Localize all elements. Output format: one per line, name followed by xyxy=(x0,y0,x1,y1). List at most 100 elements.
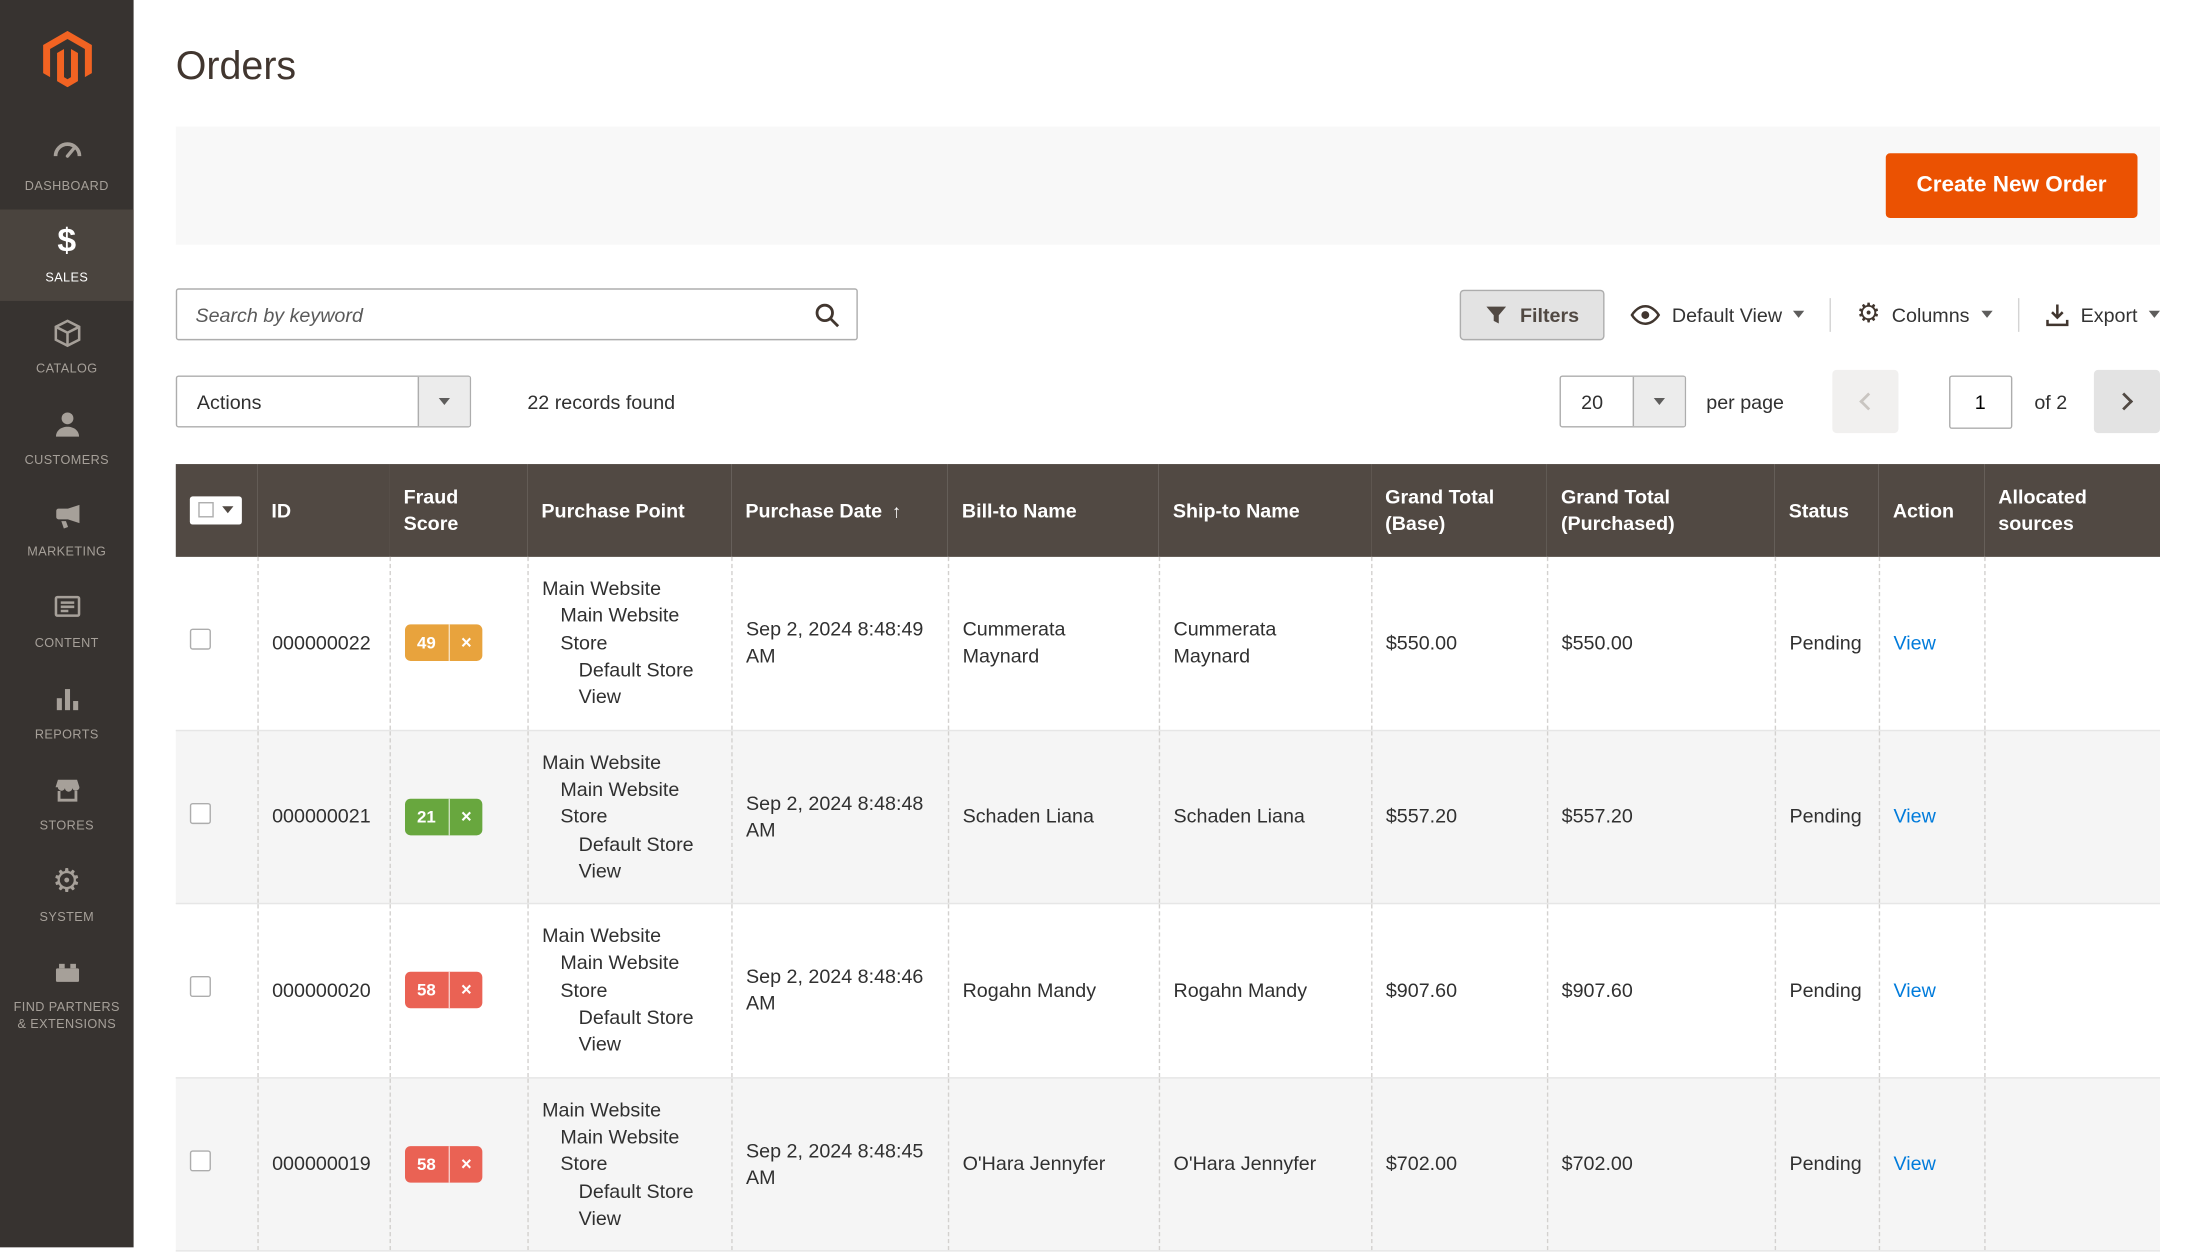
catalog-icon xyxy=(51,316,82,350)
column-header-action[interactable]: Action xyxy=(1878,464,1985,557)
sidebar-item-stores[interactable]: STORES xyxy=(0,758,134,849)
filters-button[interactable]: Filters xyxy=(1459,288,1605,340)
toolbar-divider xyxy=(1829,297,1832,332)
column-header-ship-to[interactable]: Ship-to Name xyxy=(1158,464,1372,557)
pagination-controls: 20 per page of 2 xyxy=(1560,369,2160,434)
cell-allocated-sources xyxy=(1983,729,2160,904)
sidebar-item-content[interactable]: CONTENT xyxy=(0,575,134,666)
search-submit-button[interactable] xyxy=(804,294,849,335)
column-header-grand-total-base[interactable]: Grand Total (Base) xyxy=(1371,464,1547,557)
sidebar-item-label: FIND PARTNERS & EXTENSIONS xyxy=(13,999,120,1031)
fraud-score-value: 58 xyxy=(404,1146,450,1183)
reports-icon xyxy=(51,682,82,716)
row-checkbox[interactable] xyxy=(189,1150,211,1172)
total-pages-label: of 2 xyxy=(2034,390,2068,413)
cell-bill-to-name: Rogahn Mandy xyxy=(947,903,1159,1078)
fraud-score-badge: 58 × xyxy=(404,972,483,1009)
export-button[interactable]: Export xyxy=(2044,302,2160,327)
sidebar-item-label: CUSTOMERS xyxy=(24,452,110,467)
chevron-left-icon xyxy=(1858,392,1877,411)
previous-page-button[interactable] xyxy=(1831,369,1898,434)
column-header-grand-total-purchased[interactable]: Grand Total (Purchased) xyxy=(1546,464,1775,557)
orders-grid: ID Fraud Score Purchase Point Purchase D… xyxy=(175,464,2160,1252)
row-checkbox[interactable] xyxy=(189,802,211,824)
sidebar-item-label: CATALOG xyxy=(36,361,98,376)
page-size-dropdown[interactable]: 20 xyxy=(1560,375,1687,428)
view-order-link[interactable]: View xyxy=(1894,978,1936,1001)
column-header-bill-to[interactable]: Bill-to Name xyxy=(947,464,1159,557)
row-checkbox[interactable] xyxy=(189,628,211,650)
default-view-label: Default View xyxy=(1671,303,1783,326)
sidebar-item-catalog[interactable]: CATALOG xyxy=(0,301,134,392)
page-actions-band: Create New Order xyxy=(175,126,2160,245)
view-order-link[interactable]: View xyxy=(1894,1152,1936,1175)
cell-id: 000000020 xyxy=(256,903,390,1078)
magento-logo[interactable] xyxy=(0,0,134,118)
chevron-down-icon xyxy=(1654,397,1666,405)
cell-allocated-sources xyxy=(1983,903,2160,1078)
fraud-score-badge: 58 × xyxy=(404,1146,483,1183)
column-header-status[interactable]: Status xyxy=(1774,464,1879,557)
cell-ship-to-name: Cummerata Maynard xyxy=(1158,556,1372,730)
export-download-icon xyxy=(2045,303,2068,326)
dropdown-caret xyxy=(417,376,470,427)
sidebar: DASHBOARD $ SALES CATALOG CUSTOMERS MARK… xyxy=(0,0,134,1248)
column-header-fraud-score[interactable]: Fraud Score xyxy=(389,464,528,557)
search-icon xyxy=(815,303,840,327)
cell-purchase-date: Sep 2, 2024 8:48:45 AM xyxy=(730,1077,948,1252)
sort-ascending-icon: ↑ xyxy=(891,499,902,522)
actions-dropdown[interactable]: Actions xyxy=(175,375,472,428)
sidebar-item-marketing[interactable]: MARKETING xyxy=(0,484,134,575)
cell-grand-total-base: $557.20 xyxy=(1370,729,1547,904)
chevron-down-icon xyxy=(2148,310,2160,318)
sidebar-item-reports[interactable]: REPORTS xyxy=(0,667,134,758)
sidebar-item-label: CONTENT xyxy=(34,635,99,650)
sidebar-item-label: REPORTS xyxy=(34,726,99,741)
toolbar-right-controls: Filters Default View ⚙ Columns Export xyxy=(1459,288,2160,340)
sidebar-item-label: MARKETING xyxy=(27,544,107,559)
column-header-id[interactable]: ID xyxy=(257,464,390,557)
content-icon xyxy=(51,591,82,625)
current-page-input[interactable] xyxy=(1948,374,2012,429)
extensions-icon xyxy=(51,955,82,989)
main-content: Orders Create New Order Filters Default … xyxy=(134,0,2205,1252)
sidebar-item-customers[interactable]: CUSTOMERS xyxy=(0,392,134,483)
marketing-icon xyxy=(51,499,82,533)
fraud-dismiss-icon[interactable]: × xyxy=(450,972,483,1008)
cell-grand-total-base: $907.60 xyxy=(1370,903,1547,1078)
table-row: 000000020 58 × Main Website Main Website… xyxy=(175,903,2160,1078)
column-header-purchase-point[interactable]: Purchase Point xyxy=(527,464,732,557)
fraud-score-badge: 49 × xyxy=(404,624,483,662)
fraud-dismiss-icon[interactable]: × xyxy=(450,625,483,661)
column-header-allocated-sources[interactable]: Allocated sources xyxy=(1984,464,2160,557)
cell-purchase-date: Sep 2, 2024 8:48:46 AM xyxy=(730,903,948,1078)
sidebar-item-sales[interactable]: $ SALES xyxy=(0,209,134,301)
cell-ship-to-name: Schaden Liana xyxy=(1158,729,1372,904)
search-input[interactable] xyxy=(175,288,858,341)
system-icon: ⚙ xyxy=(52,862,82,900)
columns-button[interactable]: ⚙ Columns xyxy=(1857,301,1992,328)
toolbar-divider xyxy=(2017,297,2019,332)
filter-funnel-icon xyxy=(1486,305,1506,323)
sidebar-item-find-partners[interactable]: FIND PARTNERS & EXTENSIONS xyxy=(0,941,134,1047)
export-label: Export xyxy=(2080,303,2138,326)
cell-id: 000000021 xyxy=(256,729,390,904)
sidebar-item-dashboard[interactable]: DASHBOARD xyxy=(0,118,134,209)
sidebar-item-system[interactable]: ⚙ SYSTEM xyxy=(0,849,134,940)
view-order-link[interactable]: View xyxy=(1894,631,1936,654)
grid-header-row: ID Fraud Score Purchase Point Purchase D… xyxy=(175,464,2160,557)
cell-grand-total-base: $702.00 xyxy=(1370,1077,1547,1252)
next-page-button[interactable] xyxy=(2093,369,2160,434)
default-view-button[interactable]: Default View xyxy=(1630,303,1805,326)
select-all-dropdown[interactable] xyxy=(189,496,242,525)
view-order-link[interactable]: View xyxy=(1894,805,1936,828)
row-checkbox[interactable] xyxy=(189,976,211,998)
columns-label: Columns xyxy=(1891,303,1970,326)
column-header-purchase-date[interactable]: Purchase Date ↑ xyxy=(731,464,948,557)
fraud-dismiss-icon[interactable]: × xyxy=(450,799,483,835)
fraud-dismiss-icon[interactable]: × xyxy=(450,1146,483,1182)
create-new-order-button[interactable]: Create New Order xyxy=(1885,153,2138,218)
magento-logo-icon xyxy=(42,30,92,88)
sidebar-item-label: DASHBOARD xyxy=(24,178,109,193)
sales-icon: $ xyxy=(57,222,77,261)
